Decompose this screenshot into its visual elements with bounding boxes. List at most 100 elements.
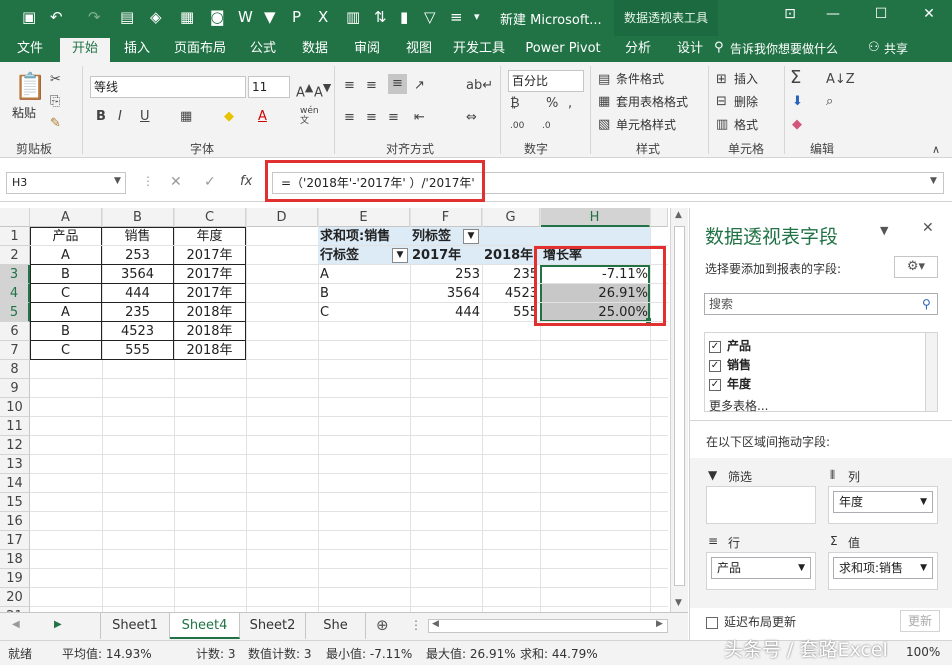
- tab-formulas[interactable]: 公式: [240, 36, 286, 62]
- sheet-tab[interactable]: Sheet2: [240, 613, 306, 639]
- tab-file[interactable]: 文件: [6, 36, 54, 62]
- values-area[interactable]: 求和项:销售 ▼: [828, 552, 938, 590]
- row-header[interactable]: 13: [0, 455, 30, 474]
- maximize-button[interactable]: ☐: [866, 6, 896, 22]
- scroll-right-icon[interactable]: ▶: [656, 619, 663, 629]
- table-cell[interactable]: A: [30, 303, 102, 322]
- pivot-row-label-cell[interactable]: A: [320, 265, 329, 284]
- col-header-g[interactable]: G: [482, 208, 540, 227]
- autosum-icon[interactable]: Σ: [790, 68, 801, 88]
- tab-developer[interactable]: 开发工具: [448, 36, 510, 62]
- table-cell[interactable]: 555: [102, 341, 174, 360]
- pivot-year-2018[interactable]: 2018年: [484, 246, 533, 265]
- excel-icon[interactable]: X: [318, 8, 328, 26]
- sheet-tab[interactable]: She: [306, 613, 366, 639]
- chart-icon[interactable]: ▮: [400, 8, 408, 26]
- row-header[interactable]: 20: [0, 588, 30, 607]
- sheet-menu-icon[interactable]: ⋮: [410, 618, 422, 632]
- table-cell[interactable]: 4523: [102, 322, 174, 341]
- clear-icon[interactable]: ◆: [792, 117, 802, 133]
- ppt-icon[interactable]: P: [292, 8, 301, 26]
- decrease-decimal-icon[interactable]: .0: [542, 118, 551, 134]
- tab-view[interactable]: 视图: [396, 36, 442, 62]
- italic-icon[interactable]: I: [118, 109, 122, 125]
- underline-icon[interactable]: U: [140, 109, 150, 125]
- customize-icon[interactable]: ≡: [450, 8, 463, 26]
- column-filter-dropdown-icon[interactable]: ▼: [463, 229, 479, 244]
- table-cell[interactable]: 2018年: [174, 341, 246, 360]
- format-cells-button[interactable]: 格式: [734, 116, 758, 134]
- horizontal-scrollbar[interactable]: [428, 619, 668, 633]
- sort-filter-icon[interactable]: A↓Z: [826, 72, 855, 88]
- table-cell[interactable]: 253: [102, 246, 174, 265]
- row-header[interactable]: 4: [0, 284, 30, 303]
- phonetic-icon[interactable]: wén 文: [300, 106, 319, 126]
- collapse-ribbon-icon[interactable]: ∧: [932, 142, 940, 158]
- row-header[interactable]: 6: [0, 322, 30, 341]
- prev-sheet-icon[interactable]: ◀: [12, 619, 20, 630]
- rows-area[interactable]: 产品 ▼: [706, 552, 816, 590]
- font-color-icon[interactable]: A: [258, 109, 267, 125]
- col-header-e[interactable]: E: [318, 208, 410, 227]
- table-cell[interactable]: 2017年: [174, 246, 246, 265]
- align-right-icon[interactable]: ≡: [388, 110, 399, 126]
- row-header[interactable]: 7: [0, 341, 30, 360]
- table-header[interactable]: 年度: [174, 227, 246, 246]
- select-all-corner[interactable]: [0, 208, 30, 227]
- camera-icon[interactable]: ◙: [210, 8, 225, 26]
- insert-cells-button[interactable]: 插入: [734, 70, 758, 88]
- save-icon[interactable]: ▣: [22, 8, 36, 26]
- row-header[interactable]: 2: [0, 246, 30, 265]
- table-cell[interactable]: B: [30, 265, 102, 284]
- clear-filter-icon[interactable]: ▽: [424, 8, 436, 26]
- macro-icon[interactable]: ◈: [150, 8, 162, 26]
- cut-icon[interactable]: ✂: [50, 72, 61, 88]
- pivot-year-2017[interactable]: 2017年: [412, 246, 461, 265]
- pivot-value-cell[interactable]: 235: [482, 265, 538, 284]
- delete-cells-button[interactable]: 删除: [734, 93, 758, 111]
- insert-function-icon[interactable]: fx: [240, 174, 252, 189]
- col-header-c[interactable]: C: [174, 208, 246, 227]
- print-preview-icon[interactable]: ▦: [180, 8, 194, 26]
- row-header[interactable]: 5: [0, 303, 30, 322]
- table-cell[interactable]: A: [30, 246, 102, 265]
- sheet-tab-active[interactable]: Sheet4: [170, 613, 240, 639]
- ribbon-options-icon[interactable]: ⊡: [775, 6, 805, 22]
- field-list-scrollbar[interactable]: [925, 333, 937, 411]
- paste-button[interactable]: 粘贴: [12, 104, 36, 122]
- cell-styles-icon[interactable]: ▧: [598, 117, 610, 133]
- increase-decimal-icon[interactable]: .00: [510, 118, 524, 134]
- next-sheet-icon[interactable]: ▶: [54, 619, 62, 630]
- field-item-product[interactable]: ✓ 产品: [709, 337, 751, 355]
- value-field-chip[interactable]: 求和项:销售 ▼: [833, 557, 933, 579]
- pivot-row-label-cell[interactable]: B: [320, 284, 329, 303]
- grow-font-icon[interactable]: A▲: [296, 80, 313, 101]
- word-icon[interactable]: W: [238, 8, 253, 26]
- table-icon[interactable]: ▥: [346, 8, 360, 26]
- scroll-up-icon[interactable]: ▲: [675, 210, 682, 220]
- align-middle-icon[interactable]: ≡: [366, 78, 377, 94]
- name-box[interactable]: H3: [6, 172, 126, 194]
- font-name-select[interactable]: 等线: [90, 76, 246, 98]
- pivot-value-cell[interactable]: 3564: [410, 284, 480, 303]
- row-header[interactable]: 12: [0, 436, 30, 455]
- pivot-value-cell[interactable]: 444: [410, 303, 480, 322]
- table-cell[interactable]: 2017年: [174, 284, 246, 303]
- row-header[interactable]: 19: [0, 569, 30, 588]
- conditional-format-button[interactable]: 条件格式: [616, 70, 664, 88]
- cell-styles-button[interactable]: 单元格样式: [616, 116, 676, 134]
- align-top-icon[interactable]: ≡: [344, 78, 355, 94]
- fill-icon[interactable]: ⬇: [792, 94, 803, 110]
- share-button[interactable]: 共享: [884, 36, 908, 62]
- pivot-value-cell[interactable]: 253: [410, 265, 480, 284]
- wrap-text-icon[interactable]: ab↵: [466, 78, 493, 94]
- table-header[interactable]: 产品: [30, 227, 102, 246]
- find-select-icon[interactable]: ⌕: [826, 94, 833, 110]
- gear-icon[interactable]: ⚙▾: [894, 256, 938, 278]
- font-size-select[interactable]: 11: [248, 76, 290, 98]
- table-cell[interactable]: B: [30, 322, 102, 341]
- row-header[interactable]: 11: [0, 417, 30, 436]
- close-button[interactable]: ✕: [914, 6, 944, 22]
- vertical-scrollbar[interactable]: ▲ ▼: [670, 208, 688, 612]
- pivot-value-label[interactable]: 求和项:销售: [320, 227, 390, 246]
